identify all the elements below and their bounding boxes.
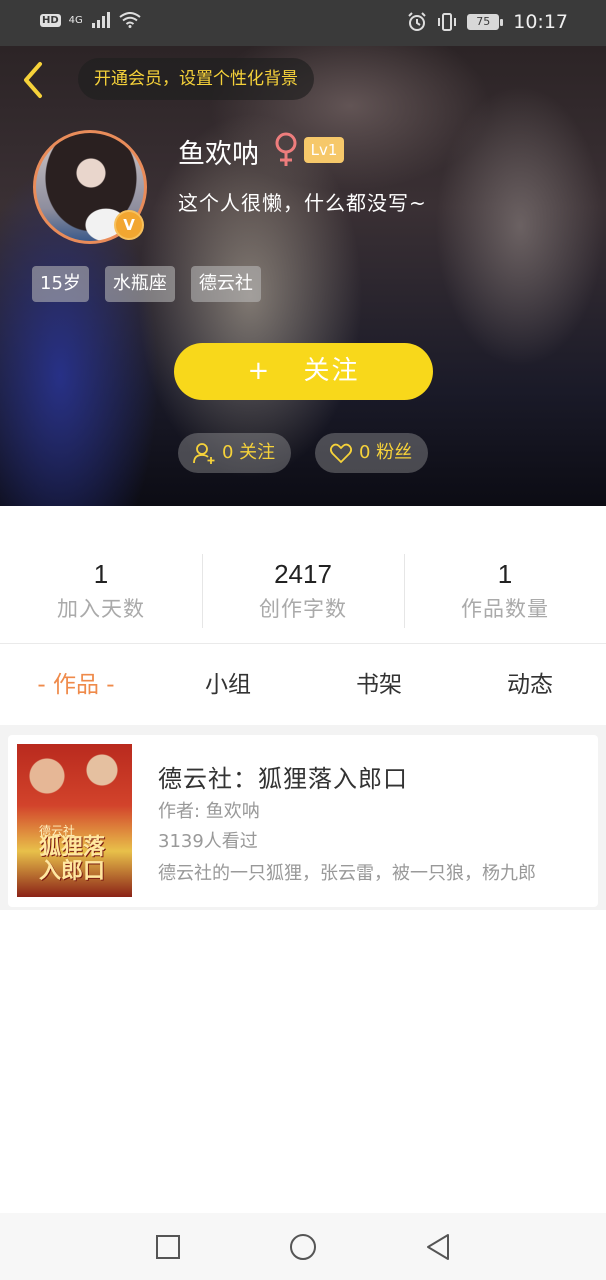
stat-value: 2417	[274, 559, 332, 589]
system-nav-bar	[0, 1213, 606, 1280]
status-right: 75 10:17	[407, 11, 568, 33]
verified-badge-icon: V	[114, 210, 144, 240]
work-author: 作者: 鱼欢呐	[158, 801, 260, 822]
hd-icon: HD	[40, 13, 61, 27]
vibrate-icon	[438, 13, 457, 31]
stat-works-count: 1 作品数量	[404, 556, 606, 628]
tag-group: 德云社	[190, 266, 261, 302]
add-user-icon	[193, 443, 215, 464]
stat-label: 创作字数	[259, 597, 347, 621]
tab-bookshelf[interactable]: 书架	[303, 665, 455, 705]
profile-tags: 15岁 水瓶座 德云社	[32, 266, 261, 302]
follow-button[interactable]: + 关注	[174, 343, 433, 400]
back-triangle-icon[interactable]	[422, 1231, 454, 1263]
plus-icon: +	[247, 356, 272, 386]
alarm-icon	[408, 12, 426, 31]
back-arrow-icon[interactable]	[16, 60, 52, 100]
battery-level: 75	[467, 14, 500, 30]
recent-apps-icon[interactable]	[152, 1231, 184, 1263]
work-cover-image[interactable]: 德云社 狐狸落入郎口	[17, 744, 132, 897]
tab-works[interactable]: - 作品 -	[0, 665, 152, 705]
level-badge: Lv1	[304, 137, 344, 163]
fans-count-button[interactable]: 0 粉丝	[315, 433, 428, 473]
stat-value: 1	[497, 559, 513, 589]
profile-tabs: - 作品 - 小组 书架 动态	[0, 645, 606, 725]
wifi-icon	[119, 12, 141, 28]
cover-title: 狐狸落入郎口	[39, 835, 106, 884]
fans-label: 0 粉丝	[359, 442, 413, 463]
female-gender-icon	[275, 132, 297, 166]
username: 鱼欢呐	[178, 139, 259, 170]
profile-header: 开通会员，设置个性化背景 V 鱼欢呐 Lv1 这个人很懒，什么都没写~ 15岁 …	[0, 46, 606, 506]
work-views: 3139人看过	[158, 831, 258, 852]
follow-label: 关注	[303, 356, 360, 386]
battery-icon: 75	[467, 14, 504, 30]
work-card[interactable]: 德云社 狐狸落入郎口 德云社：狐狸落入郎口 作者: 鱼欢呐 3139人看过 德云…	[8, 735, 598, 907]
network-label: 4G	[68, 14, 83, 26]
stat-join-days: 1 加入天数	[0, 556, 202, 628]
following-label: 0 关注	[222, 442, 276, 463]
tab-activity[interactable]: 动态	[454, 665, 606, 705]
stat-word-count: 2417 创作字数	[202, 556, 404, 628]
stat-label: 作品数量	[461, 597, 549, 621]
stat-value: 1	[93, 559, 109, 589]
clock: 10:17	[513, 11, 568, 33]
profile-stats: 1 加入天数 2417 创作字数 1 作品数量	[0, 506, 606, 644]
tab-groups[interactable]: 小组	[152, 665, 304, 705]
vip-background-banner[interactable]: 开通会员，设置个性化背景	[78, 58, 314, 100]
status-left: HD 4G	[40, 12, 141, 28]
work-description: 德云社的一只狐狸，张云雷，被一只狼，杨九郎	[158, 863, 536, 884]
work-title[interactable]: 德云社：狐狸落入郎口	[158, 759, 408, 794]
tag-zodiac: 水瓶座	[104, 266, 175, 302]
heart-icon	[329, 443, 353, 464]
following-count-button[interactable]: 0 关注	[178, 433, 291, 473]
signal-icon	[91, 12, 110, 28]
status-bar: HD 4G 75 10:17	[0, 0, 606, 46]
tag-age: 15岁	[32, 266, 89, 302]
user-bio: 这个人很懒，什么都没写~	[178, 191, 427, 215]
home-icon[interactable]	[287, 1231, 319, 1263]
stat-label: 加入天数	[57, 597, 145, 621]
